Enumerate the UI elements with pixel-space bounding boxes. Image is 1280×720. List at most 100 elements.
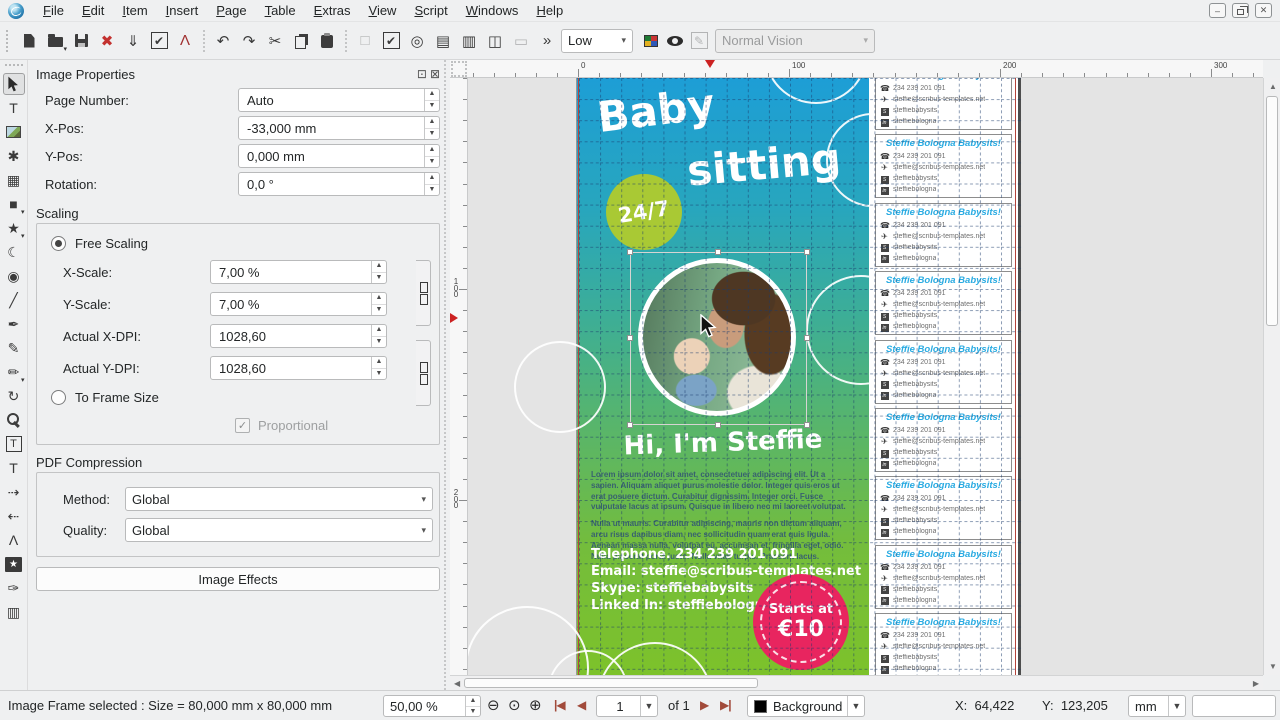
- spinner[interactable]: ▲▼: [424, 89, 439, 111]
- menu-item-insert[interactable]: Insert: [157, 1, 208, 20]
- toolbar-handle[interactable]: [5, 64, 23, 69]
- y-scale-input[interactable]: 7,00 % ▲▼: [210, 292, 387, 316]
- text-columns-icon[interactable]: ▥: [457, 29, 481, 53]
- quality-dropdown[interactable]: Global ▾: [125, 518, 433, 542]
- vertical-scrollbar[interactable]: ▲ ▼: [1263, 78, 1280, 675]
- color-management-icon[interactable]: [639, 29, 663, 53]
- document-page[interactable]: Baby sitting 24/7 Hi, I'm Steffie Lorem …: [576, 78, 1021, 675]
- close-document-icon[interactable]: ✖: [95, 29, 119, 53]
- layer-selector[interactable]: Background ▼: [747, 695, 865, 717]
- new-document-icon[interactable]: [17, 29, 41, 53]
- spinner[interactable]: ▲▼: [371, 357, 386, 379]
- page-number-input[interactable]: Auto ▲▼: [238, 88, 440, 112]
- dpi-link-icon[interactable]: [416, 340, 431, 406]
- resize-handle[interactable]: [804, 422, 810, 428]
- spinner[interactable]: ▲▼: [424, 173, 439, 195]
- selection-frame[interactable]: [630, 252, 807, 425]
- first-page-button[interactable]: |◀: [554, 698, 565, 712]
- horizontal-ruler[interactable]: 0100200300: [450, 60, 1263, 78]
- flyer-title-line2[interactable]: sitting: [685, 133, 843, 195]
- resize-handle[interactable]: [715, 422, 721, 428]
- scroll-down-icon[interactable]: ▼: [1269, 662, 1277, 671]
- split-frame-icon[interactable]: ◫: [483, 29, 507, 53]
- menu-item-page[interactable]: Page: [207, 1, 255, 20]
- image-quality-dropdown[interactable]: Low ▾: [561, 29, 633, 53]
- chevron-down-icon[interactable]: ▼: [640, 696, 657, 716]
- scroll-up-icon[interactable]: ▲: [1269, 82, 1277, 91]
- business-card[interactable]: Steffie Bologna Babysits!☎234 239 201 09…: [875, 340, 1012, 404]
- resize-handle[interactable]: [804, 335, 810, 341]
- menu-item-script[interactable]: Script: [405, 1, 456, 20]
- resize-handle[interactable]: [804, 249, 810, 255]
- business-card[interactable]: Steffie Bologna Babysits!☎234 239 201 09…: [875, 78, 1012, 130]
- horizontal-scroll-thumb[interactable]: [464, 678, 758, 688]
- annotation-list-icon[interactable]: ▤: [431, 29, 455, 53]
- spinner[interactable]: ▲▼: [424, 145, 439, 167]
- business-card[interactable]: Steffie Bologna Babysits!☎234 239 201 09…: [875, 271, 1012, 335]
- spinner[interactable]: ▲▼: [424, 117, 439, 139]
- scale-link-icon[interactable]: [416, 260, 431, 326]
- zoom-default-icon[interactable]: ⊙: [508, 696, 521, 714]
- paste-icon[interactable]: [315, 29, 339, 53]
- image-effects-button[interactable]: Image Effects: [36, 567, 440, 591]
- insert-render-frame-tool[interactable]: ✱: [3, 145, 25, 167]
- menu-item-item[interactable]: Item: [113, 1, 156, 20]
- insert-bezier-tool[interactable]: ✒: [3, 313, 25, 335]
- spinner[interactable]: ▲▼: [371, 261, 386, 283]
- business-cards-panel[interactable]: Steffie Bologna Babysits!☎234 239 201 09…: [869, 78, 1018, 675]
- vertical-ruler[interactable]: 1 0 02 0 0: [450, 78, 468, 675]
- save-document-icon[interactable]: [69, 29, 93, 53]
- rotate-item-tool[interactable]: ↻: [3, 385, 25, 407]
- zoom-tool[interactable]: [3, 409, 25, 431]
- menu-item-edit[interactable]: Edit: [73, 1, 113, 20]
- float-panel-icon[interactable]: ⊡: [417, 67, 427, 81]
- menu-item-table[interactable]: Table: [256, 1, 305, 20]
- edit-contents-tool[interactable]: T: [3, 433, 25, 455]
- ruler-origin-box[interactable]: [451, 61, 467, 77]
- toolbar-handle[interactable]: [6, 30, 11, 52]
- spinner[interactable]: ▲▼: [465, 696, 480, 716]
- business-card[interactable]: Steffie Bologna Babysits!☎234 239 201 09…: [875, 613, 1012, 675]
- preflight-verifier-icon[interactable]: ✔: [147, 29, 171, 53]
- decorative-circle[interactable]: [514, 341, 606, 433]
- insert-polygon-tool[interactable]: ★▾: [3, 217, 25, 239]
- close-button[interactable]: ✕: [1255, 3, 1272, 18]
- insert-shape-tool[interactable]: ■▾: [3, 193, 25, 215]
- pdf-tools[interactable]: ▥: [3, 601, 25, 623]
- insert-text-frame-tool[interactable]: T: [3, 97, 25, 119]
- price-badge[interactable]: Starts at €10: [753, 574, 849, 670]
- export-pdf-icon[interactable]: Λ: [173, 29, 197, 53]
- close-panel-icon[interactable]: ⊠: [430, 67, 440, 81]
- link-text-frames-tool[interactable]: ⇢: [3, 481, 25, 503]
- previous-page-button[interactable]: ◀: [577, 698, 585, 712]
- redo-icon[interactable]: ↷: [237, 29, 261, 53]
- insert-image-frame-tool[interactable]: [3, 121, 25, 143]
- edit-text-story-tool[interactable]: T: [3, 457, 25, 479]
- preview-mode-eye-icon[interactable]: [663, 29, 687, 53]
- decorative-circle[interactable]: [806, 275, 869, 385]
- resize-handle[interactable]: [627, 249, 633, 255]
- unlink-text-frames-tool[interactable]: ⇠: [3, 505, 25, 527]
- x-dpi-input[interactable]: 1028,60 ▲▼: [210, 324, 387, 348]
- insert-calligraphic-tool[interactable]: ✏▾: [3, 361, 25, 383]
- document-canvas[interactable]: Baby sitting 24/7 Hi, I'm Steffie Lorem …: [468, 78, 1263, 675]
- business-card[interactable]: Steffie Bologna Babysits!☎234 239 201 09…: [875, 545, 1012, 609]
- x-scale-input[interactable]: 7,00 % ▲▼: [210, 260, 387, 284]
- x-pos-input[interactable]: -33,000 mm ▲▼: [238, 116, 440, 140]
- horizontal-scrollbar[interactable]: ◀ ▶: [450, 675, 1263, 690]
- rotation-input[interactable]: 0,0 ° ▲▼: [238, 172, 440, 196]
- business-card[interactable]: Steffie Bologna Babysits!☎234 239 201 09…: [875, 203, 1012, 267]
- vertical-scroll-thumb[interactable]: [1266, 96, 1278, 326]
- decorative-circle[interactable]: [764, 78, 868, 104]
- resize-handle[interactable]: [627, 422, 633, 428]
- business-card[interactable]: Steffie Bologna Babysits!☎234 239 201 09…: [875, 408, 1012, 472]
- cut-icon[interactable]: ✂: [263, 29, 287, 53]
- open-document-icon[interactable]: ▾: [43, 29, 67, 53]
- spinner[interactable]: ▲▼: [371, 325, 386, 347]
- menu-item-help[interactable]: Help: [527, 1, 572, 20]
- y-pos-input[interactable]: 0,000 mm ▲▼: [238, 144, 440, 168]
- business-card[interactable]: Steffie Bologna Babysits!☎234 239 201 09…: [875, 134, 1012, 198]
- zoom-in-icon[interactable]: ⊕: [529, 696, 542, 714]
- free-scaling-radio[interactable]: [51, 236, 66, 251]
- insert-freehand-tool[interactable]: ✎: [3, 337, 25, 359]
